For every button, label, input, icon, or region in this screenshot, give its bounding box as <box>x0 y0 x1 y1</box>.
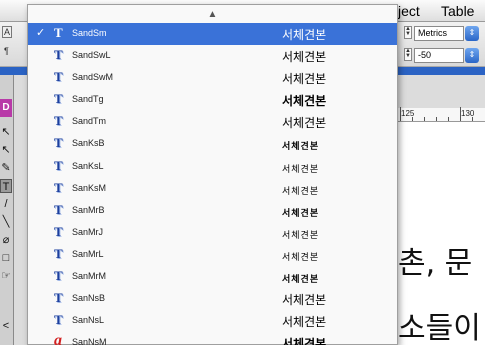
font-sample-text: 서체견본 <box>282 72 327 87</box>
font-sample-text: 서체견본 <box>282 337 327 345</box>
horizontal-ruler: 125 130 <box>398 107 485 122</box>
truetype-font-icon: T <box>54 223 63 239</box>
ruler-tick <box>472 117 473 121</box>
ruler-tick <box>424 117 425 121</box>
collapse-arrow-icon[interactable]: < <box>0 319 12 333</box>
font-menu-item[interactable]: T SanNsL 서체견본 <box>28 310 397 332</box>
truetype-font-icon: T <box>54 113 63 129</box>
font-menu-item[interactable]: T SandTm 서체견본 <box>28 111 397 133</box>
paragraph-mode-button[interactable]: ¶ <box>4 46 9 56</box>
menu-object[interactable]: ject <box>398 3 420 19</box>
ruler-tick <box>448 117 449 121</box>
tracking-popup-button[interactable]: ⇕ <box>465 26 479 41</box>
truetype-font-icon: T <box>54 312 63 328</box>
ruler-tick <box>412 117 413 121</box>
font-sample-text: 서체견본 <box>282 50 327 65</box>
font-list: ✓ T SandSm 서체견본 T SandSwL 서체견본 T SandSwM 서체견본 T San… <box>28 23 397 345</box>
opentype-font-icon: a <box>54 332 62 345</box>
font-name-label: SanNsL <box>72 315 105 326</box>
pen-tool-icon[interactable]: ✎ <box>0 161 12 175</box>
font-menu-item[interactable]: T SanKsM 서체견본 <box>28 178 397 200</box>
font-sample-text: 서체견본 <box>282 293 327 308</box>
character-mode-button[interactable]: A <box>2 26 13 38</box>
kerning-field[interactable]: -50 <box>414 48 464 63</box>
font-sample-text: 서체견본 <box>282 252 320 263</box>
font-sample-text: 서체견본 <box>282 28 327 42</box>
font-sample-text: 서체견본 <box>282 275 320 286</box>
hand-tool-icon[interactable]: ☞ <box>0 269 12 283</box>
font-menu-item[interactable]: T SanNsB 서체견본 <box>28 288 397 310</box>
font-name-label: SanMrJ <box>72 226 104 237</box>
truetype-font-icon: T <box>54 25 63 40</box>
direct-selection-tool-icon[interactable]: ↖ <box>0 143 12 157</box>
truetype-font-icon: T <box>54 157 63 173</box>
tracking-stepper[interactable]: ▲ ▼ <box>404 26 412 39</box>
line-tool-icon[interactable]: ╲ <box>0 215 12 229</box>
truetype-font-icon: T <box>54 91 63 107</box>
font-name-label: SandTm <box>72 116 107 127</box>
pencil-tool-icon[interactable]: / <box>0 197 12 211</box>
font-sample-text: 서체견본 <box>282 142 320 153</box>
canvas-text-line: 촌, 문 <box>398 246 473 281</box>
font-menu-item[interactable]: T SanKsB 서체견본 <box>28 133 397 155</box>
font-menu-item[interactable]: T SandTg 서체견본 <box>28 89 397 111</box>
truetype-font-icon: T <box>54 245 63 261</box>
ruler-tick <box>436 117 437 121</box>
ruler-tick <box>460 107 461 121</box>
font-menu-item[interactable]: T SandSwM 서체견본 <box>28 67 397 89</box>
font-sample-text: 서체견본 <box>282 315 327 330</box>
font-menu-item[interactable]: T SanMrL 서체견본 <box>28 244 397 266</box>
font-menu-item[interactable]: T SanMrJ 서체견본 <box>28 222 397 244</box>
font-name-label: SandSwM <box>72 72 114 83</box>
font-menu-item[interactable]: T SandSwL 서체견본 <box>28 45 397 67</box>
selection-tool-icon[interactable]: ↖ <box>0 125 12 139</box>
font-sample-text: 서체견본 <box>282 186 320 197</box>
font-menu-item[interactable]: T SanMrM 서체견본 <box>28 266 397 288</box>
ellipse-frame-tool-icon[interactable]: ⌀ <box>0 233 12 247</box>
font-name-label: SandSwL <box>72 50 111 61</box>
font-menu-item[interactable]: T SanMrB 서체견본 <box>28 200 397 222</box>
font-menu-item[interactable]: a SanNsM 서체견본 <box>28 332 397 345</box>
truetype-font-icon: T <box>54 290 63 306</box>
font-name-label: SanMrB <box>72 204 105 215</box>
toolbox: D ↖ ↖ ✎ T / ╲ ⌀ □ ☞ < <box>0 75 14 345</box>
truetype-font-icon: T <box>54 47 63 63</box>
font-name-label: SandTg <box>72 94 104 105</box>
font-name-label: SanKsB <box>72 138 105 149</box>
font-sample-text: 서체견본 <box>282 230 320 241</box>
font-family-menu: ▲ ✓ T SandSm 서체견본 T SandSwL 서체견본 T SandSwM 서체견본 T S… <box>27 4 398 345</box>
checkmark-icon: ✓ <box>36 27 46 39</box>
canvas-text-line: 소들이 <box>398 311 481 345</box>
font-sample-text: 서체견본 <box>282 164 320 175</box>
font-menu-item[interactable]: ✓ T SandSm 서체견본 <box>28 23 397 46</box>
truetype-font-icon: T <box>54 179 63 195</box>
font-name-label: SanKsL <box>72 160 104 171</box>
font-sample-text: 서체견본 <box>282 116 327 131</box>
font-name-label: SanKsM <box>72 182 107 193</box>
type-tool-icon[interactable]: T <box>0 179 12 193</box>
rectangle-tool-icon[interactable]: □ <box>0 251 12 265</box>
triangle-up-icon[interactable]: ▲ <box>28 5 397 23</box>
truetype-font-icon: T <box>54 201 63 217</box>
menu-table[interactable]: Table <box>441 3 474 19</box>
truetype-font-icon: T <box>54 135 63 151</box>
font-sample-text: 서체견본 <box>282 94 327 109</box>
font-name-label: SanMrL <box>72 248 104 259</box>
truetype-font-icon: T <box>54 268 63 284</box>
font-name-label: SanNsB <box>72 293 106 304</box>
font-name-label: SandSm <box>72 28 107 38</box>
truetype-font-icon: T <box>54 69 63 85</box>
kerning-stepper[interactable]: ▲ ▼ <box>404 48 412 61</box>
font-name-label: SanNsM <box>72 337 107 345</box>
tracking-field[interactable]: Metrics <box>414 26 464 41</box>
kerning-popup-button[interactable]: ⇕ <box>465 48 479 63</box>
color-swatch[interactable]: D <box>0 99 12 117</box>
font-name-label: SanMrM <box>72 271 107 282</box>
ruler-tick <box>400 107 401 121</box>
font-menu-item[interactable]: T SanKsL 서체견본 <box>28 156 397 178</box>
font-sample-text: 서체견본 <box>282 208 320 219</box>
